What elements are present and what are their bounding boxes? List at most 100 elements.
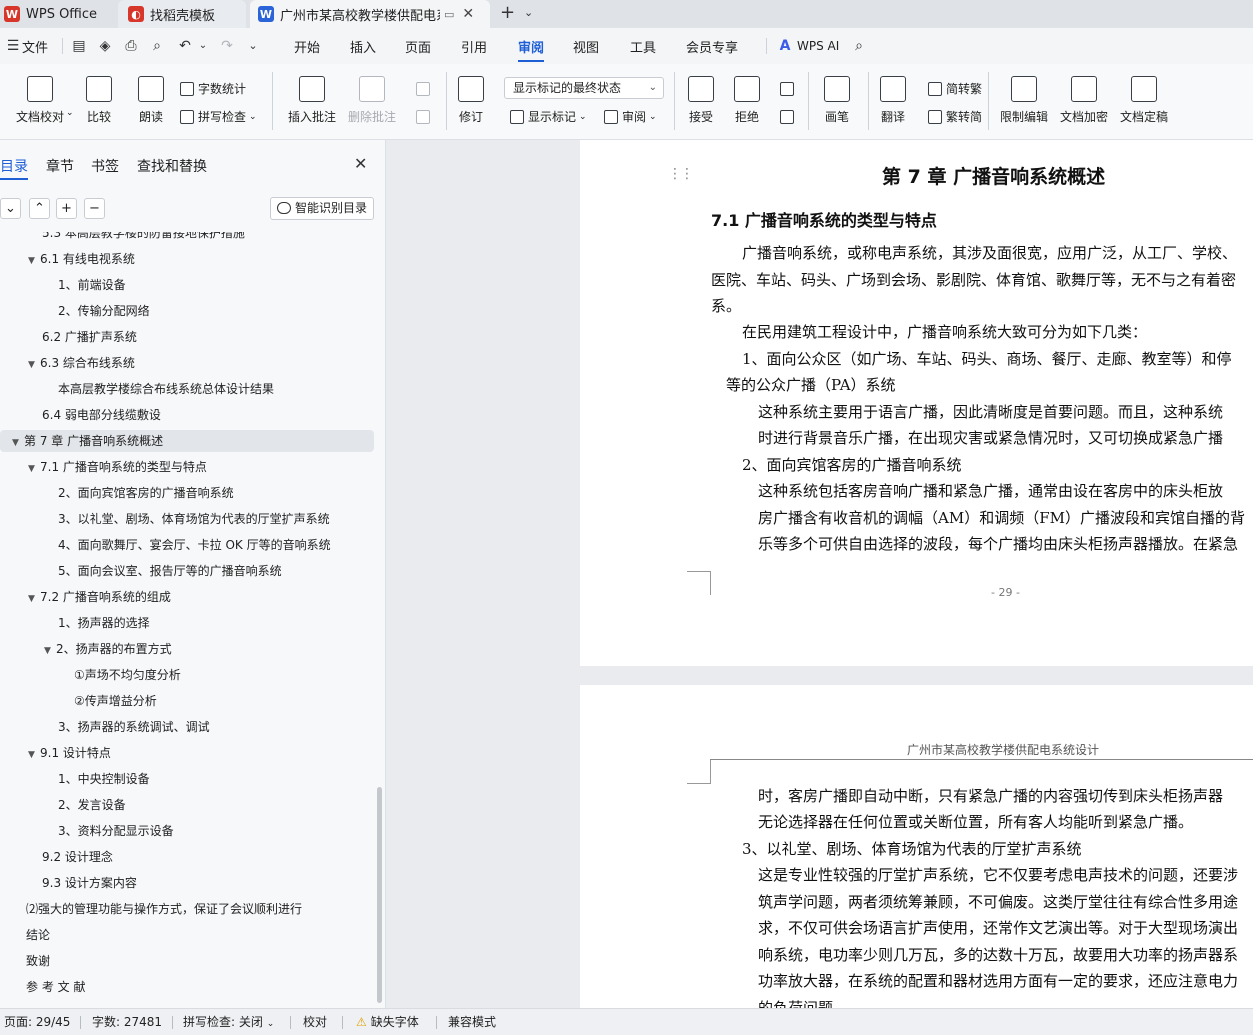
toc-item[interactable]: ▼ 7.2 广播音响系统的组成	[0, 586, 171, 608]
close-icon[interactable]: ✕	[354, 154, 367, 173]
toc-item[interactable]: 2、传输分配网络	[0, 300, 150, 322]
page-indicator[interactable]: 页面: 29/45	[4, 1013, 70, 1030]
toc-item[interactable]: ▼ 6.3 综合布线系统	[0, 352, 135, 374]
menu-references[interactable]: 引用	[461, 28, 487, 64]
toc-item[interactable]: 2、面向宾馆客房的广播音响系统	[0, 482, 234, 504]
body-text-line[interactable]: 无论选择器在任何位置或关断位置，所有客人均能听到紧急广播。	[758, 811, 1193, 832]
body-text-line[interactable]: 这种系统包括客房音响广播和紧急广播，通常由设在客房中的床头柜放	[758, 480, 1223, 501]
menu-review[interactable]: 审阅	[518, 28, 545, 64]
print-icon[interactable]: ⎙	[122, 37, 140, 55]
collapse-icon[interactable]: ⌄	[0, 198, 21, 219]
markup-state-select[interactable]: 显示标记的最终状态 ⌄	[504, 77, 664, 99]
next-comment-icon[interactable]	[416, 110, 434, 124]
expand-up-icon[interactable]: ⌃	[29, 198, 50, 219]
body-text-line[interactable]: 这是专业性较强的厅堂扩声系统，它不仅要考虑电声技术的问题，还要涉	[758, 864, 1238, 885]
toc-item[interactable]: 参 考 文 献	[0, 976, 85, 998]
tab-toc[interactable]: 目录	[0, 156, 28, 180]
redo-icon[interactable]: ↷	[218, 37, 236, 55]
body-text-line[interactable]: 功率放大器，在系统的配置和器材选用方面有一定的要求，还应注意电力	[758, 970, 1238, 991]
show-markup-button[interactable]: 显示标记 ⌄	[510, 108, 587, 125]
undo-dropdown-icon[interactable]: ⌄	[194, 37, 212, 55]
body-text-line[interactable]: 等的公众广播（PA）系统	[726, 374, 896, 395]
body-text-line[interactable]: 1、面向公众区（如广场、车站、码头、商场、餐厅、走廊、教室等）和停	[742, 348, 1232, 369]
new-tab-icon[interactable]: +	[500, 2, 515, 23]
tab-template[interactable]: ◐ 找稻壳模板	[118, 0, 246, 28]
toc-item[interactable]: ▼ 2、扬声器的布置方式	[0, 638, 172, 660]
body-text-line[interactable]: 响系统，电功率少则几万瓦，多的达数十万瓦，故要用大功率的扬声器系	[758, 944, 1238, 965]
monitor-icon[interactable]: ▭	[444, 8, 454, 21]
restrict-edit-button[interactable]: 限制编辑	[1000, 76, 1048, 125]
menu-tools[interactable]: 工具	[630, 28, 656, 64]
toc-item[interactable]: 1、前端设备	[0, 274, 126, 296]
missing-font-indicator[interactable]: ⚠ 缺失字体	[356, 1013, 419, 1030]
more-icon[interactable]: ⌄	[244, 37, 262, 55]
toc-item[interactable]: 4、面向歌舞厅、宴会厅、卡拉 OK 厅等的音响系统	[0, 534, 331, 556]
expand-triangle-icon[interactable]: ▼	[28, 744, 40, 766]
prev-comment-icon[interactable]	[416, 82, 434, 96]
drag-handle-icon[interactable]: ⋮⋮	[668, 166, 694, 182]
add-heading-icon[interactable]: +	[56, 198, 77, 219]
toc-item[interactable]: 6.4 弱电部分线缆敷设	[0, 404, 161, 426]
smart-toc-button[interactable]: 智能识别目录	[270, 197, 374, 220]
read-aloud-button[interactable]: 朗读	[138, 76, 164, 125]
toc-item[interactable]: 3、资料分配显示设备	[0, 820, 174, 842]
body-text-line[interactable]: 时进行背景音乐广播，在出现灾害或紧急情况时，又可切换成紧急广播	[758, 427, 1223, 448]
menu-page[interactable]: 页面	[405, 28, 431, 64]
tab-wps-office[interactable]: W WPS Office	[4, 0, 114, 28]
body-text-line[interactable]: 筑声学问题，两者须统筹兼顾，不可偏废。这类厅堂往往有综合性多用途	[758, 891, 1238, 912]
body-text-line[interactable]: 时，客房广播即自动中断，只有紧急广播的内容强切传到床头柜扬声器	[758, 785, 1223, 806]
menu-insert[interactable]: 插入	[350, 28, 376, 64]
search-icon[interactable]: ⌕	[850, 37, 868, 55]
toc-item[interactable]: 本高层教学楼综合布线系统总体设计结果	[0, 378, 274, 400]
menu-wps-ai[interactable]: WPS AI	[797, 28, 839, 64]
expand-triangle-icon[interactable]: ▼	[28, 250, 40, 272]
body-text-line[interactable]: 3、以礼堂、剧场、体育场馆为代表的厅堂扩声系统	[742, 838, 1082, 859]
to-traditional-button[interactable]: 简转繁	[928, 80, 982, 97]
body-text-line[interactable]: 房广播含有收音机的调幅（AM）和调频（FM）广播波段和宾馆自播的背	[758, 507, 1245, 528]
expand-triangle-icon[interactable]: ▼	[12, 432, 24, 454]
export-pdf-icon[interactable]: ◈	[96, 37, 114, 55]
document-page[interactable]: 广州市某高校教学楼供配电系统设计 时，客房广播即自动中断，只有紧急广播的内容强切…	[580, 685, 1253, 1008]
tab-find-replace[interactable]: 查找和替换	[137, 156, 207, 176]
toc-item[interactable]: 3、以礼堂、剧场、体育场馆为代表的厅堂扩声系统	[0, 508, 330, 530]
toc-item[interactable]: 1、中央控制设备	[0, 768, 150, 790]
review-pane-button[interactable]: 审阅 ⌄	[604, 108, 657, 125]
delete-comment-button[interactable]: 删除批注	[348, 76, 396, 125]
spell-check-button[interactable]: 拼写检查 ⌄	[180, 108, 257, 125]
tab-chapters[interactable]: 章节	[46, 156, 74, 176]
toc-item[interactable]: ①声场不均匀度分析	[0, 664, 181, 686]
word-count-button[interactable]: 字数统计	[180, 80, 246, 97]
proofread-indicator[interactable]: 校对	[303, 1013, 327, 1030]
toc-item[interactable]: ▼ 7.1 广播音响系统的类型与特点	[0, 456, 207, 478]
save-icon[interactable]: ▤	[70, 37, 88, 55]
undo-icon[interactable]: ↶	[176, 37, 194, 55]
chapter-heading[interactable]: 第 7 章 广播音响系统概述	[882, 162, 1105, 189]
body-text-line[interactable]: 在民用建筑工程设计中，广播音响系统大致可分为如下几类：	[742, 321, 1147, 342]
spell-check-indicator[interactable]: 拼写检查: 关闭 ⌄	[183, 1013, 274, 1030]
to-simplified-button[interactable]: 繁转简	[928, 108, 982, 125]
toc-item[interactable]: ▼ 第 7 章 广播音响系统概述	[0, 430, 374, 452]
body-text-line[interactable]: 乐等多个可供自由选择的波段，每个广播均由床头柜扬声器播放。在紧急	[758, 533, 1238, 554]
menu-file[interactable]: 文件	[22, 28, 48, 64]
insert-comment-button[interactable]: 插入批注	[288, 76, 336, 125]
menu-home[interactable]: 开始	[294, 28, 320, 64]
body-text-line[interactable]: 2、面向宾馆客房的广播音响系统	[742, 454, 962, 475]
word-count-indicator[interactable]: 字数: 27481	[92, 1013, 162, 1030]
body-text-line[interactable]: 求，不仅可供会场语言扩声使用，还常作文艺演出等。对于大型现场演出	[758, 917, 1238, 938]
reject-button[interactable]: 拒绝	[734, 76, 760, 125]
toc-item[interactable]: ②传声增益分析	[0, 690, 157, 712]
finalize-button[interactable]: 文档定稿	[1120, 76, 1168, 125]
toc-item[interactable]: 结论	[0, 924, 50, 946]
toc-item[interactable]: 9.3 设计方案内容	[0, 872, 137, 894]
expand-triangle-icon[interactable]: ▼	[28, 588, 40, 610]
toc-item[interactable]: 致谢	[0, 950, 50, 972]
expand-triangle-icon[interactable]: ▼	[28, 354, 40, 376]
compare-button[interactable]: 比较	[86, 76, 112, 125]
chevron-down-icon[interactable]: ⌄	[524, 6, 533, 19]
menu-member[interactable]: 会员专享	[686, 28, 738, 64]
toc-item[interactable]: ▼ 6.1 有线电视系统	[0, 248, 135, 270]
remove-heading-icon[interactable]: −	[84, 198, 105, 219]
tab-document[interactable]: W 广州市某高校教学楼供配电系统 ▭ ✕	[250, 0, 490, 28]
toc-item[interactable]: ⑵强大的管理功能与操作方式，保证了会议顺利进行	[0, 898, 302, 920]
prev-change-icon[interactable]	[780, 82, 798, 96]
